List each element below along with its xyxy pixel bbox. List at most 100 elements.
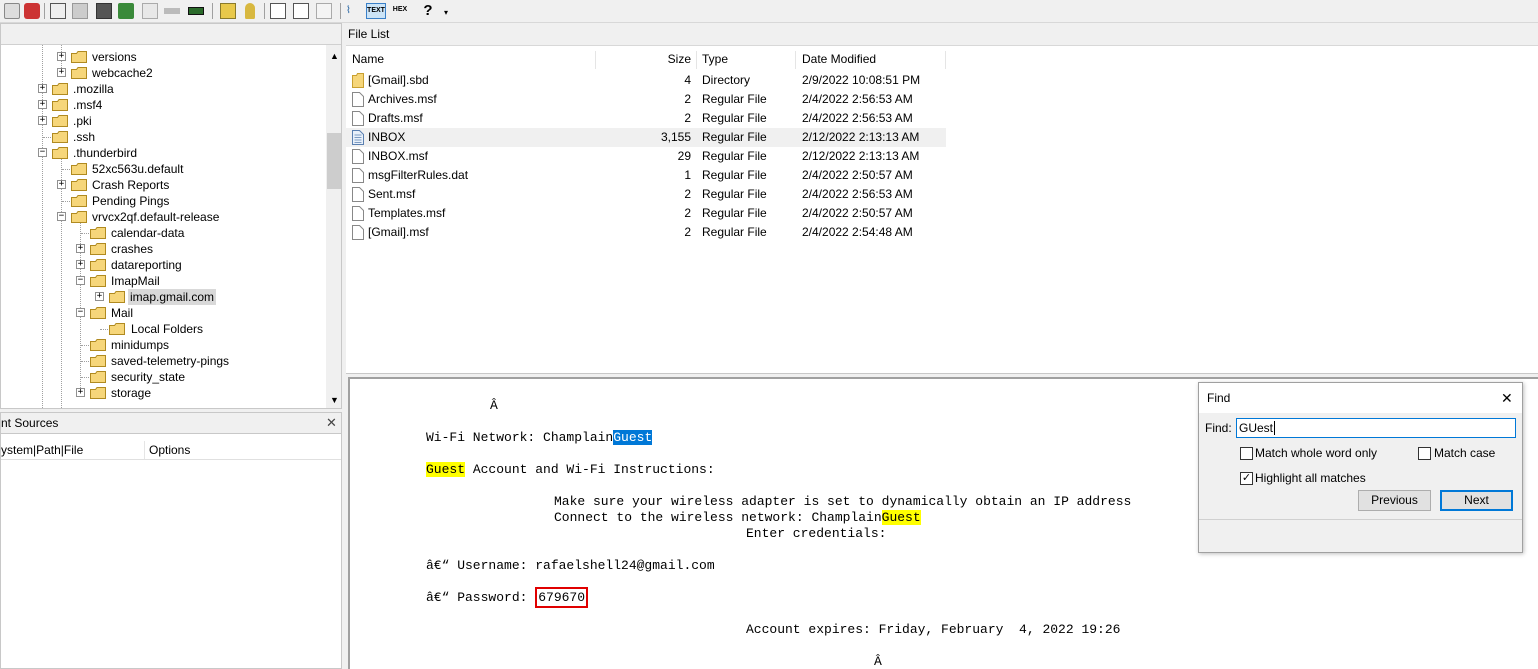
- memory-icon[interactable]: [188, 7, 204, 15]
- column-header-size[interactable]: Size: [646, 49, 691, 69]
- file-row[interactable]: Archives.msf 2 Regular File 2/4/2022 2:5…: [346, 90, 946, 109]
- file-row[interactable]: INBOX.msf 29 Regular File 2/12/2022 2:13…: [346, 147, 946, 166]
- tree-item[interactable]: − .thunderbird: [1, 145, 321, 161]
- tree-item[interactable]: Pending Pings: [1, 193, 321, 209]
- folder-icon: [71, 51, 87, 63]
- tree-item[interactable]: + .mozilla: [1, 81, 321, 97]
- tree-item-label: datareporting: [111, 258, 182, 272]
- properties-icon[interactable]: [316, 3, 332, 19]
- file-row[interactable]: [Gmail].msf 2 Regular File 2/4/2022 2:54…: [346, 223, 946, 242]
- sources-columns: ystem|Path|File Options: [1, 441, 341, 460]
- folder-search-icon[interactable]: [220, 3, 236, 19]
- tree-item[interactable]: + Crash Reports: [1, 177, 321, 193]
- tree-item[interactable]: + .msf4: [1, 97, 321, 113]
- column-header-date[interactable]: Date Modified: [802, 49, 876, 69]
- text-view-button[interactable]: TEXT: [366, 3, 386, 19]
- tree-item[interactable]: − vrvcx2qf.default-release: [1, 209, 321, 225]
- folder-icon: [352, 73, 364, 88]
- tree-item-label: Mail: [111, 306, 134, 320]
- tree-item-label: .pki: [73, 114, 92, 128]
- tree-item-label: Crash Reports: [92, 178, 170, 192]
- tree-item[interactable]: + storage: [1, 385, 321, 401]
- folder-icon: [71, 67, 87, 79]
- folder-icon: [90, 355, 106, 367]
- find-dialog-title: Find: [1207, 391, 1231, 405]
- folder-icon: [90, 259, 106, 271]
- tree-item[interactable]: 52xc563u.default: [1, 161, 321, 177]
- image-icon[interactable]: [50, 3, 66, 19]
- next-button[interactable]: Next: [1440, 490, 1513, 511]
- tree-scrollbar[interactable]: ▲ ▼: [326, 45, 341, 408]
- tree-item-label: .thunderbird: [73, 146, 138, 160]
- match-whole-word-checkbox[interactable]: [1240, 447, 1253, 460]
- scroll-thumb[interactable]: [327, 133, 341, 189]
- chevron-down-icon[interactable]: ▾: [444, 8, 460, 24]
- tree-item[interactable]: − Mail: [1, 305, 321, 321]
- remove-evidence-icon[interactable]: [24, 3, 40, 19]
- tree-item[interactable]: Local Folders: [1, 321, 321, 337]
- match-case-checkbox[interactable]: [1418, 447, 1431, 460]
- file-icon: [352, 149, 364, 164]
- help-icon[interactable]: ?: [420, 3, 436, 19]
- disk-icon[interactable]: [96, 3, 112, 19]
- file-row[interactable]: msgFilterRules.dat 1 Regular File 2/4/20…: [346, 166, 946, 185]
- add-evidence-icon[interactable]: [4, 3, 20, 19]
- folder-icon: [71, 179, 87, 191]
- find-input[interactable]: GUest: [1236, 418, 1516, 438]
- scroll-down-icon[interactable]: ▼: [330, 395, 339, 405]
- file-row[interactable]: Sent.msf 2 Regular File 2/4/2022 2:56:53…: [346, 185, 946, 204]
- match-case-label[interactable]: Match case: [1434, 446, 1495, 460]
- device-icon[interactable]: [164, 8, 180, 14]
- hex-view-button[interactable]: HEX: [390, 3, 410, 19]
- print-icon[interactable]: [142, 3, 158, 19]
- scroll-up-icon[interactable]: ▲: [330, 51, 339, 61]
- tree-item-label: .ssh: [73, 130, 96, 144]
- tree-header: [1, 24, 341, 45]
- tree-item[interactable]: + webcache2: [1, 65, 321, 81]
- column-header-name[interactable]: Name: [352, 49, 384, 69]
- tree-item[interactable]: minidumps: [1, 337, 321, 353]
- match-highlight: Guest: [426, 462, 466, 477]
- column-header-type[interactable]: Type: [702, 49, 728, 69]
- tree-item-label: storage: [111, 386, 152, 400]
- folder-icon: [52, 131, 68, 143]
- highlight-all-checkbox[interactable]: ✓: [1240, 472, 1253, 485]
- file-row-selected[interactable]: INBOX 3,155 Regular File 2/12/2022 2:13:…: [346, 128, 946, 147]
- column-header-path[interactable]: ystem|Path|File: [1, 441, 83, 459]
- text-line: Guest Account and Wi-Fi Instructions:: [426, 462, 715, 477]
- file-icon: [352, 225, 364, 240]
- tree-item[interactable]: − ImapMail: [1, 273, 321, 289]
- tree-item[interactable]: security_state: [1, 369, 321, 385]
- key-icon[interactable]: [245, 3, 255, 19]
- folder-icon: [109, 323, 125, 335]
- match-whole-word-label[interactable]: Match whole word only: [1255, 446, 1377, 460]
- previous-button[interactable]: Previous: [1358, 490, 1431, 511]
- file-row[interactable]: Templates.msf 2 Regular File 2/4/2022 2:…: [346, 204, 946, 223]
- save-icon[interactable]: [72, 3, 88, 19]
- file-icon: [352, 111, 364, 126]
- tree-item[interactable]: calendar-data: [1, 225, 321, 241]
- folder-icon: [52, 99, 68, 111]
- tree-item[interactable]: .ssh: [1, 129, 321, 145]
- tree-item-label: Local Folders: [131, 322, 204, 336]
- tree-item[interactable]: + imap.gmail.com: [1, 289, 321, 305]
- page-icon[interactable]: [270, 3, 286, 19]
- close-icon[interactable]: ✕: [326, 413, 337, 433]
- column-header-options[interactable]: Options: [149, 441, 190, 459]
- text-line: Â: [874, 654, 882, 669]
- tree-item[interactable]: + crashes: [1, 241, 321, 257]
- file-row[interactable]: Drafts.msf 2 Regular File 2/4/2022 2:56:…: [346, 109, 946, 128]
- file-icon: [352, 168, 364, 183]
- hex-text-view-icon[interactable]: ⌇: [346, 3, 362, 19]
- tree-item[interactable]: saved-telemetry-pings: [1, 353, 321, 369]
- folder-open-icon: [71, 211, 87, 223]
- close-icon[interactable]: ✕: [1501, 383, 1513, 413]
- highlight-all-label[interactable]: Highlight all matches: [1255, 471, 1366, 485]
- tree-item[interactable]: + datareporting: [1, 257, 321, 273]
- document-icon[interactable]: [293, 3, 309, 19]
- file-icon: [352, 206, 364, 221]
- file-row[interactable]: [Gmail].sbd 4 Directory 2/9/2022 10:08:5…: [346, 71, 946, 90]
- tree-item[interactable]: + versions: [1, 49, 321, 65]
- export-icon[interactable]: [118, 3, 134, 19]
- tree-item[interactable]: + .pki: [1, 113, 321, 129]
